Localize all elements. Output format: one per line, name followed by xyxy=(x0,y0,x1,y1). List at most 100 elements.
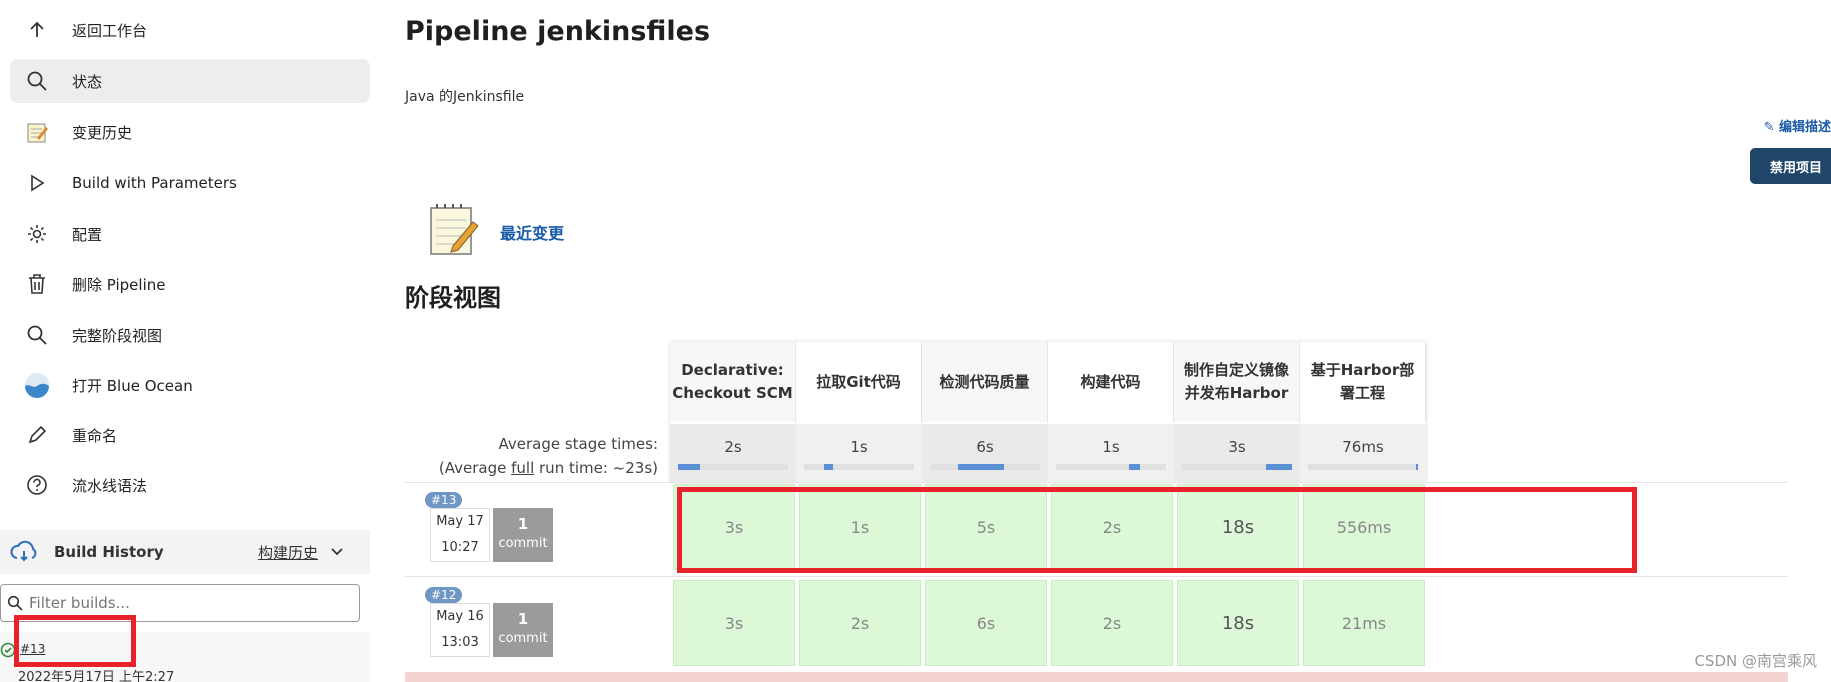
build-history-title: Build History xyxy=(54,543,164,561)
highlight-box-build xyxy=(14,615,136,667)
run-time: 13:03 xyxy=(441,635,479,650)
stage-name: Checkout SCM xyxy=(672,384,793,402)
run-month-day: May 17 xyxy=(436,514,484,529)
sidebar-item-label: 配置 xyxy=(72,225,103,244)
stage-cell[interactable]: 2s xyxy=(1051,580,1173,666)
stage-header: Declarative: Checkout SCM xyxy=(670,342,796,422)
row-divider xyxy=(405,482,1788,483)
run-commits[interactable]: 1 commit xyxy=(493,603,553,657)
avg-time-bar xyxy=(1056,464,1166,470)
run-time: 10:27 xyxy=(441,540,479,555)
sidebar-item-label: 变更历史 xyxy=(72,123,133,142)
sidebar-item-pipeline-syntax[interactable]: 流水线语法 xyxy=(10,463,370,507)
stage-header: 拉取Git代码 xyxy=(796,342,922,422)
page-title: Pipeline jenkinsfiles xyxy=(405,16,711,47)
run-badge[interactable]: #12 xyxy=(425,587,463,603)
avg-time-fill xyxy=(1415,464,1418,470)
avg-time-fill xyxy=(1265,464,1292,470)
average-run-time-text: (Average full run time: ~23s) xyxy=(405,456,658,480)
sidebar-item-delete-pipeline[interactable]: 删除 Pipeline xyxy=(10,262,370,306)
arrow-up-icon xyxy=(24,17,50,43)
disable-project-button[interactable]: 禁用项目 xyxy=(1750,148,1831,184)
average-stage-time: 2s xyxy=(670,424,796,482)
sidebar-item-status[interactable]: 状态 xyxy=(10,59,370,103)
avg-prefix: (Average xyxy=(438,459,512,477)
sidebar-item-open-blue-ocean[interactable]: 打开 Blue Ocean xyxy=(10,363,370,407)
commit-label: commit xyxy=(498,536,548,551)
edit-description-label: 编辑描述 xyxy=(1778,120,1831,135)
stage-cell[interactable]: 18s xyxy=(1177,580,1299,666)
build-history-header: Build History 构建历史 xyxy=(0,530,370,574)
stage-name: 拉取Git代码 xyxy=(816,372,901,391)
row-divider xyxy=(405,576,1788,577)
avg-time-bar xyxy=(930,464,1040,470)
project-description: Java 的Jenkinsfile xyxy=(405,89,525,105)
avg-time-fill xyxy=(823,464,833,470)
average-stage-time: 1s xyxy=(1048,424,1174,482)
watermark: CSDN @南宫乘风 xyxy=(1694,652,1817,670)
sidebar-item-changes[interactable]: 变更历史 xyxy=(10,110,370,154)
stage-name: 并发布Harbor xyxy=(1184,384,1289,402)
sidebar-item-back-to-dashboard[interactable]: 返回工作台 xyxy=(10,8,370,52)
average-times-label: Average stage times: (Average full run t… xyxy=(405,432,658,480)
run-badge[interactable]: #13 xyxy=(425,492,463,508)
gear-icon xyxy=(24,221,50,247)
stage-name: 检测代码质量 xyxy=(939,372,1030,391)
stage-cell[interactable]: 6s xyxy=(925,580,1047,666)
stage-cell[interactable]: 2s xyxy=(799,580,921,666)
average-time-value: 1s xyxy=(850,438,868,456)
average-time-value: 2s xyxy=(724,438,742,456)
sidebar: 返回工作台 状态 变更历史 Build with Parameters 配置 删… xyxy=(0,0,372,682)
sidebar-item-label: 打开 Blue Ocean xyxy=(72,376,193,395)
run-commits[interactable]: 1 commit xyxy=(493,508,553,562)
full-run-time-link[interactable]: full xyxy=(511,459,534,477)
chevron-down-icon[interactable] xyxy=(330,544,344,558)
search-icon xyxy=(24,322,50,348)
sidebar-item-full-stage-view[interactable]: 完整阶段视图 xyxy=(10,313,370,357)
stage-cell[interactable]: 21ms xyxy=(1303,580,1425,666)
sidebar-item-rename[interactable]: 重命名 xyxy=(10,413,370,457)
edit-description-link[interactable]: ✎ 编辑描述 xyxy=(1764,116,1831,135)
main-content: Pipeline jenkinsfiles Java 的Jenkinsfile … xyxy=(405,0,1831,682)
sidebar-item-configure[interactable]: 配置 xyxy=(10,212,370,256)
highlight-box-stages xyxy=(677,487,1637,573)
avg-suffix: run time: ~23s) xyxy=(534,459,658,477)
avg-time-fill xyxy=(1128,464,1140,470)
avg-time-bar xyxy=(1182,464,1292,470)
run-info-12[interactable]: #12 May 16 13:03 1 commit xyxy=(425,587,575,657)
stage-cell[interactable]: 3s xyxy=(673,580,795,666)
sidebar-item-label: 重命名 xyxy=(72,426,118,445)
average-stage-time: 1s xyxy=(796,424,922,482)
notepad-icon xyxy=(425,200,481,258)
run-date: May 17 10:27 xyxy=(430,508,490,562)
commit-count: 1 xyxy=(517,515,529,533)
sidebar-item-label: 返回工作台 xyxy=(72,21,148,40)
avg-time-bar xyxy=(804,464,914,470)
run-date: May 16 13:03 xyxy=(430,603,490,657)
sidebar-item-label: 状态 xyxy=(72,72,103,91)
play-icon xyxy=(24,170,50,196)
run-info-13[interactable]: #13 May 17 10:27 1 commit xyxy=(425,492,575,562)
stage-name: 构建代码 xyxy=(1080,372,1141,391)
average-stage-time: 76ms xyxy=(1300,424,1426,482)
filter-builds-input[interactable] xyxy=(29,594,349,612)
recent-changes-link[interactable]: 最近变更 xyxy=(500,220,564,244)
average-stage-time: 6s xyxy=(922,424,1048,482)
stage-header: 检测代码质量 xyxy=(922,342,1048,422)
blue-ocean-icon xyxy=(24,372,50,398)
commit-count: 1 xyxy=(517,610,529,628)
run-month-day: May 16 xyxy=(436,609,484,624)
search-icon xyxy=(7,595,23,611)
sidebar-item-label: 删除 Pipeline xyxy=(72,275,166,294)
pencil-icon xyxy=(24,422,50,448)
help-icon xyxy=(24,472,50,498)
sidebar-item-build-with-parameters[interactable]: Build with Parameters xyxy=(10,161,370,205)
average-time-value: 1s xyxy=(1102,438,1120,456)
trash-icon xyxy=(24,271,50,297)
average-time-value: 76ms xyxy=(1342,438,1384,456)
sidebar-item-label: 流水线语法 xyxy=(72,476,148,495)
build-history-link[interactable]: 构建历史 xyxy=(258,542,318,563)
sidebar-item-label: 完整阶段视图 xyxy=(72,326,163,345)
avg-time-fill xyxy=(957,464,1004,470)
avg-time-bar xyxy=(678,464,788,470)
